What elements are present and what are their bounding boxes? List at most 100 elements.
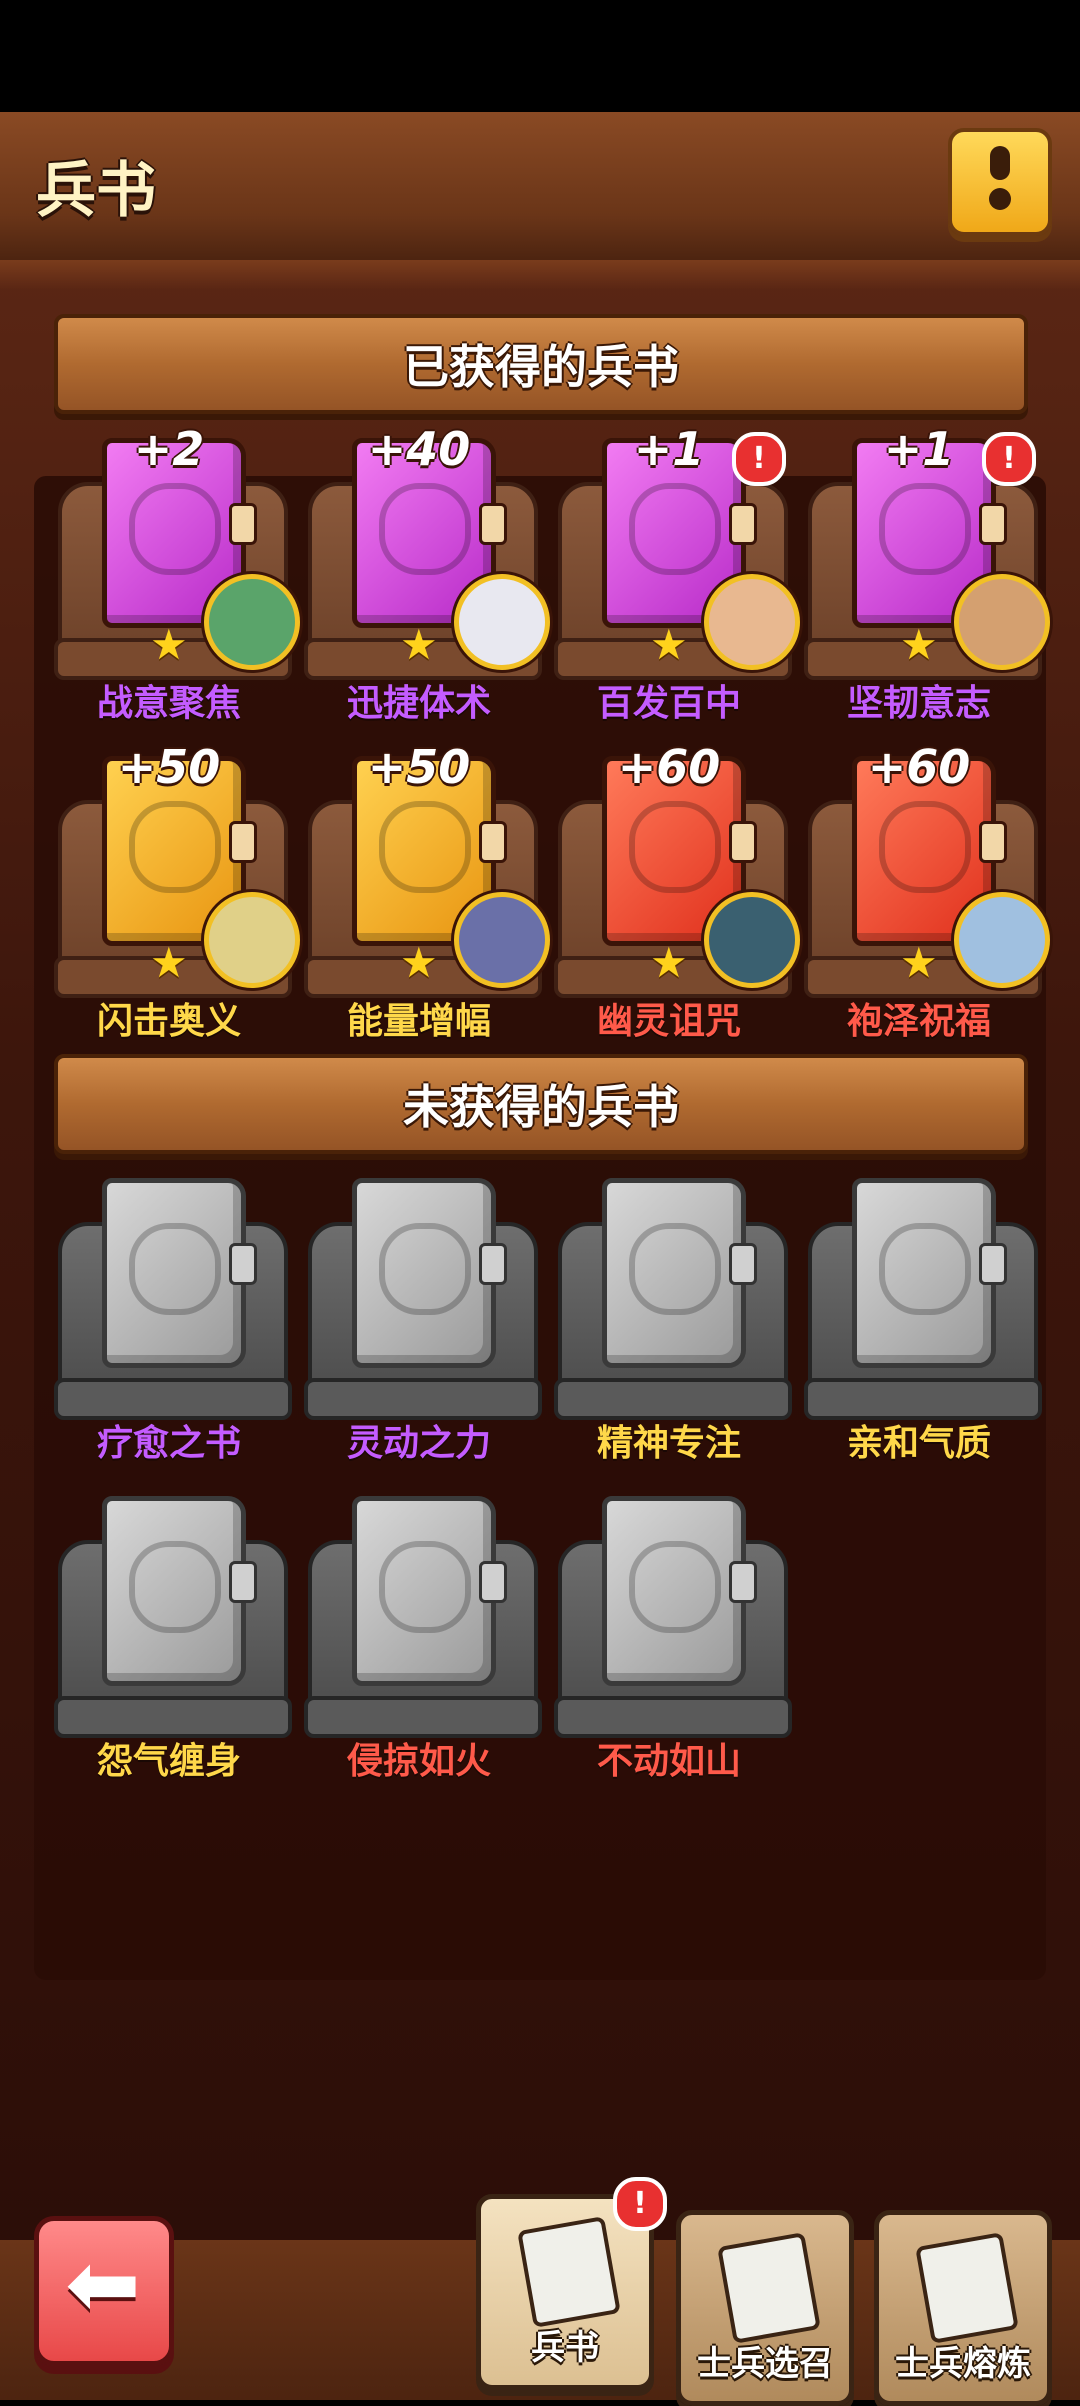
clasp xyxy=(479,503,507,545)
book-slot-youling[interactable]: +60 ★ 幽灵诅咒 xyxy=(554,740,800,1056)
book-level: +40 xyxy=(367,422,471,476)
tab-label: 兵书 xyxy=(531,2328,599,2368)
book-level: +60 xyxy=(617,740,721,794)
swirl-icon xyxy=(379,1541,471,1633)
hero-avatar xyxy=(204,574,300,670)
figure-icon xyxy=(879,483,971,575)
star-icon: ★ xyxy=(150,620,188,669)
hero-avatar xyxy=(204,892,300,988)
locked-book-slot[interactable]: 不动如山 xyxy=(554,1496,792,1796)
star-icon: ★ xyxy=(400,938,438,987)
star-icon: ★ xyxy=(900,620,938,669)
monster-icon xyxy=(879,1223,971,1315)
book-level: +2 xyxy=(133,422,205,476)
book-level: +60 xyxy=(867,740,971,794)
tab-soldier-smelt[interactable]: 士兵熔炼 xyxy=(874,2210,1052,2406)
tab-soldier-summon[interactable]: 士兵选召 xyxy=(676,2210,854,2406)
cards-icon xyxy=(717,2232,821,2344)
clasp xyxy=(979,503,1007,545)
top-bar: 兵书 xyxy=(0,112,1080,264)
tab-label: 士兵熔炼 xyxy=(895,2344,1031,2384)
locked-book-slot[interactable]: 灵动之力 xyxy=(304,1178,542,1478)
book-board: 已获得的兵书 +2 ★ 战意聚焦 +40 ★ 迅捷体术 +1 ! ★ 百发百中 … xyxy=(0,260,1080,2240)
target-icon xyxy=(629,483,721,575)
clasp xyxy=(229,821,257,863)
emblem-icon xyxy=(129,483,221,575)
locked-book-icon xyxy=(102,1496,257,1686)
book-name: 幽灵诅咒 xyxy=(596,1001,741,1042)
star-icon: ★ xyxy=(150,938,188,987)
alert-icon: ! xyxy=(982,432,1036,486)
clasp xyxy=(729,503,757,545)
heal-icon xyxy=(879,801,971,893)
locked-book-slot[interactable]: 怨气缠身 xyxy=(54,1496,292,1796)
locked-book-icon xyxy=(852,1178,1007,1368)
clasp xyxy=(479,1243,507,1285)
clasp xyxy=(729,821,757,863)
back-button[interactable]: ⬅ xyxy=(34,2216,174,2366)
acquired-section-title: 已获得的兵书 xyxy=(403,340,679,394)
exclamation-icon xyxy=(990,146,1010,180)
emblem-icon xyxy=(379,483,471,575)
not-acquired-section-header: 未获得的兵书 xyxy=(54,1054,1028,1154)
clasp xyxy=(479,821,507,863)
hero-avatar xyxy=(704,574,800,670)
clasp xyxy=(229,503,257,545)
hero-avatar xyxy=(454,892,550,988)
locked-book-icon xyxy=(602,1178,757,1368)
book-slot-baifa[interactable]: +1 ! ★ 百发百中 xyxy=(554,422,800,738)
book-name: 战意聚焦 xyxy=(96,683,241,724)
book-name: 袍泽祝福 xyxy=(846,1001,991,1042)
alert-icon: ! xyxy=(613,2177,667,2231)
acquired-section-header: 已获得的兵书 xyxy=(54,314,1028,414)
book-name: 怨气缠身 xyxy=(96,1741,241,1782)
book-slot-jianren[interactable]: +1 ! ★ 坚韧意志 xyxy=(804,422,1050,738)
locked-book-slot[interactable]: 亲和气质 xyxy=(804,1178,1042,1478)
locked-book-slot[interactable]: 精神专注 xyxy=(554,1178,792,1478)
locked-book-slot[interactable]: 疗愈之书 xyxy=(54,1178,292,1478)
clasp xyxy=(229,1561,257,1603)
clasp xyxy=(729,1243,757,1285)
hero-avatar xyxy=(454,574,550,670)
ghost-icon xyxy=(129,1541,221,1633)
clasp xyxy=(729,1561,757,1603)
heal-icon xyxy=(129,1223,221,1315)
book-level: +50 xyxy=(117,740,221,794)
not-acquired-section-title: 未获得的兵书 xyxy=(403,1080,679,1134)
book-name: 能量增幅 xyxy=(346,1001,491,1042)
alert-icon: ! xyxy=(732,432,786,486)
emblem-icon xyxy=(129,801,221,893)
tab-bingshu[interactable]: 兵书 ! xyxy=(476,2177,667,2390)
book-slot-zhanyi[interactable]: +2 ★ 战意聚焦 xyxy=(54,422,300,738)
star-icon: ★ xyxy=(650,938,688,987)
back-arrow-icon: ⬅ xyxy=(65,2232,141,2337)
exclamation-dot xyxy=(989,188,1011,210)
book-slot-paoze[interactable]: +60 ★ 袍泽祝福 xyxy=(804,740,1050,1056)
tab-label: 士兵选召 xyxy=(697,2344,833,2384)
locked-book-slot[interactable]: 侵掠如火 xyxy=(304,1496,542,1796)
figure-icon xyxy=(629,1223,721,1315)
page-title: 兵书 xyxy=(36,156,156,226)
star-icon: ★ xyxy=(900,938,938,987)
scroll-icon xyxy=(517,2216,621,2328)
star-icon: ★ xyxy=(650,620,688,669)
book-slot-nengliang[interactable]: +50 ★ 能量增幅 xyxy=(304,740,550,1056)
locked-book-icon xyxy=(602,1496,757,1686)
book-slot-shanji[interactable]: +50 ★ 闪击奥义 xyxy=(54,740,300,1056)
hero-avatar xyxy=(954,892,1050,988)
book-name: 灵动之力 xyxy=(346,1423,491,1464)
star-icon: ★ xyxy=(400,620,438,669)
smelt-icon xyxy=(915,2232,1019,2344)
book-slot-xunjie[interactable]: +40 ★ 迅捷体术 xyxy=(304,422,550,738)
status-bar xyxy=(0,0,1080,112)
book-name: 侵掠如火 xyxy=(346,1741,491,1782)
lightning-icon xyxy=(379,1223,471,1315)
locked-book-icon xyxy=(102,1178,257,1368)
emblem-icon xyxy=(379,801,471,893)
clasp xyxy=(979,1243,1007,1285)
info-button[interactable] xyxy=(948,128,1052,236)
book-name: 百发百中 xyxy=(596,683,741,724)
shield-up-icon xyxy=(629,1541,721,1633)
book-name: 坚韧意志 xyxy=(846,683,991,724)
book-name: 闪击奥义 xyxy=(96,1001,241,1042)
